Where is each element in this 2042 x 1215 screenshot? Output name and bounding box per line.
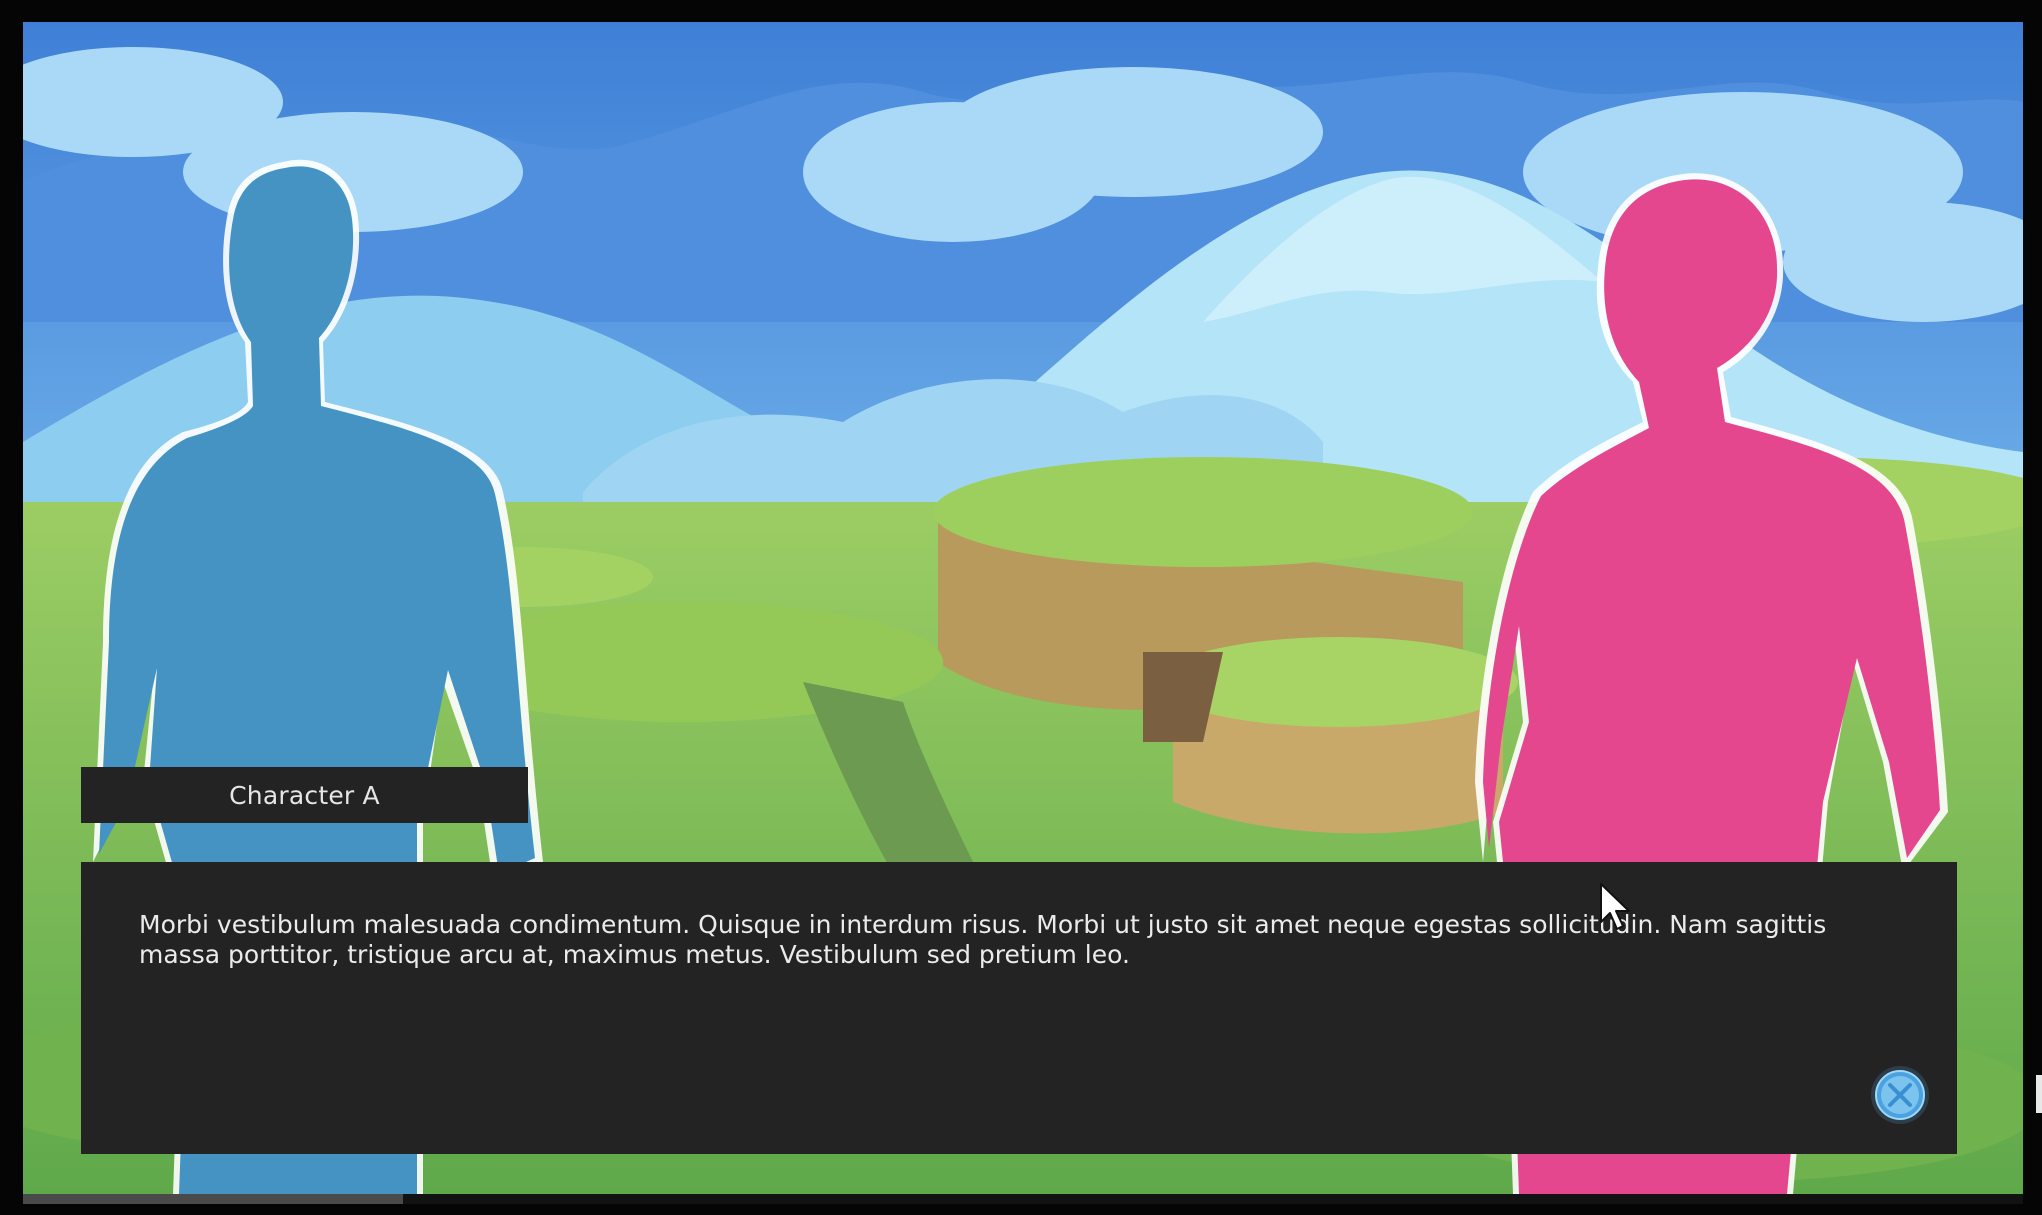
dialogue-box[interactable]: Morbi vestibulum malesuada condimentum. … xyxy=(81,862,1957,1154)
advance-x-icon xyxy=(1871,1066,1929,1124)
game-viewport[interactable]: Character A Morbi vestibulum malesuada c… xyxy=(23,22,2023,1194)
dialogue-text: Morbi vestibulum malesuada condimentum. … xyxy=(139,910,1827,969)
mouse-cursor-icon xyxy=(1600,883,1630,930)
game-window: Character A Morbi vestibulum malesuada c… xyxy=(0,0,2042,1215)
speaker-name: Character A xyxy=(229,780,380,810)
advance-button[interactable] xyxy=(1870,1065,1930,1125)
progress-bar xyxy=(23,1194,2023,1204)
edge-marker xyxy=(2036,1075,2042,1113)
progress-fill xyxy=(23,1194,403,1204)
speaker-nameplate: Character A xyxy=(81,767,528,823)
